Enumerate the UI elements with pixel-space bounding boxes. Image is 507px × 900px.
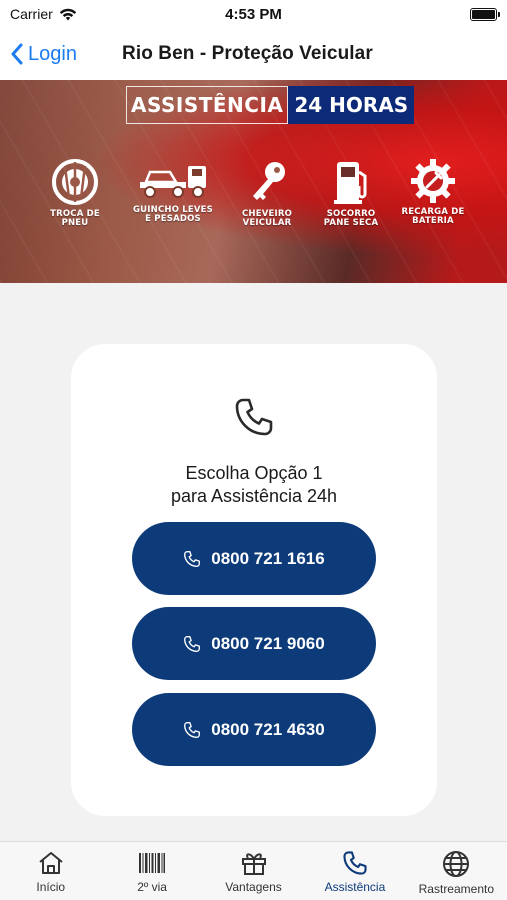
service-tire: TROCA DE PNEU: [30, 158, 120, 228]
card-instructions: Escolha Opção 1 para Assistência 24h: [71, 462, 437, 508]
tab-inicio[interactable]: Início: [0, 842, 101, 900]
call-button-2[interactable]: 0800 721 9060: [132, 607, 376, 680]
key-icon: [253, 162, 285, 200]
service-key-label: CHEVEIRO VEICULAR: [241, 209, 293, 228]
phone-icon: [184, 721, 201, 738]
gift-icon: [241, 853, 266, 875]
assistance-card: Escolha Opção 1 para Assistência 24h 080…: [71, 344, 437, 816]
navigation-bar: Login Rio Ben - Proteção Veicular: [0, 28, 507, 80]
phone-icon: [184, 635, 201, 652]
back-button[interactable]: Login: [0, 43, 77, 66]
service-battery-label: RECARGA DE BATERIA: [401, 207, 465, 226]
back-button-label: Login: [28, 42, 77, 65]
carrier-label: Carrier: [10, 6, 53, 22]
tab-bar: Início 2º via Vantagens Assistência Rast…: [0, 841, 507, 900]
tab-vantagens[interactable]: Vantagens: [203, 842, 304, 900]
chevron-left-icon: [11, 43, 23, 65]
phone-icon: [184, 550, 201, 567]
tab-segunda-via[interactable]: 2º via: [101, 842, 202, 900]
card-phone: [71, 396, 437, 438]
home-icon: [39, 852, 63, 874]
call-button-3[interactable]: 0800 721 4630: [132, 693, 376, 766]
tab-segunda-via-label: 2º via: [137, 880, 167, 894]
banner-title: ASSISTÊNCIA 24 HORAS: [126, 86, 415, 124]
service-key: CHEVEIRO VEICULAR: [222, 158, 312, 228]
service-tow: GUINCHO LEVES E PESADOS: [128, 158, 218, 224]
tab-inicio-label: Início: [36, 880, 66, 894]
service-fuel-label: SOCORRO PANE SECA: [323, 209, 379, 228]
call-button-1[interactable]: 0800 721 1616: [132, 522, 376, 595]
tire-icon: [52, 159, 98, 205]
service-tire-label: TROCA DE PNEU: [50, 209, 100, 228]
service-fuel: SOCORRO PANE SECA: [306, 158, 396, 228]
wifi-icon: [59, 8, 76, 20]
globe-icon: [443, 851, 470, 877]
call-button-3-label: 0800 721 4630: [211, 719, 325, 739]
tab-assistencia[interactable]: Assistência: [304, 842, 405, 900]
tab-rastreamento-label: Rastreamento: [418, 882, 495, 896]
call-button-1-label: 0800 721 1616: [211, 548, 325, 568]
status-bar: Carrier 4:53 PM: [0, 0, 507, 28]
phone-icon: [343, 851, 367, 875]
banner-title-left: ASSISTÊNCIA: [126, 86, 289, 124]
assistance-banner: ASSISTÊNCIA 24 HORAS TROCA DE PNEU GUINC…: [0, 80, 507, 283]
battery-gear-icon: [411, 159, 455, 203]
tow-truck-icon: [140, 166, 206, 198]
service-battery: RECARGA DE BATERIA: [388, 158, 478, 226]
card-line-1: Escolha Opção 1: [185, 463, 323, 483]
page-title: Rio Ben - Proteção Veicular: [122, 43, 373, 64]
barcode-icon: [139, 853, 166, 873]
call-button-2-label: 0800 721 9060: [211, 633, 325, 653]
banner-title-right: 24 HORAS: [288, 86, 415, 124]
battery-icon: [470, 7, 500, 21]
tab-rastreamento[interactable]: Rastreamento: [406, 842, 507, 900]
status-left: Carrier: [10, 6, 77, 22]
fuel-pump-icon: [334, 162, 367, 204]
phone-icon: [235, 398, 273, 436]
tab-vantagens-label: Vantagens: [225, 880, 282, 894]
service-tow-label: GUINCHO LEVES E PESADOS: [132, 205, 214, 224]
card-line-2: para Assistência 24h: [170, 486, 338, 506]
tab-assistencia-label: Assistência: [324, 880, 386, 894]
